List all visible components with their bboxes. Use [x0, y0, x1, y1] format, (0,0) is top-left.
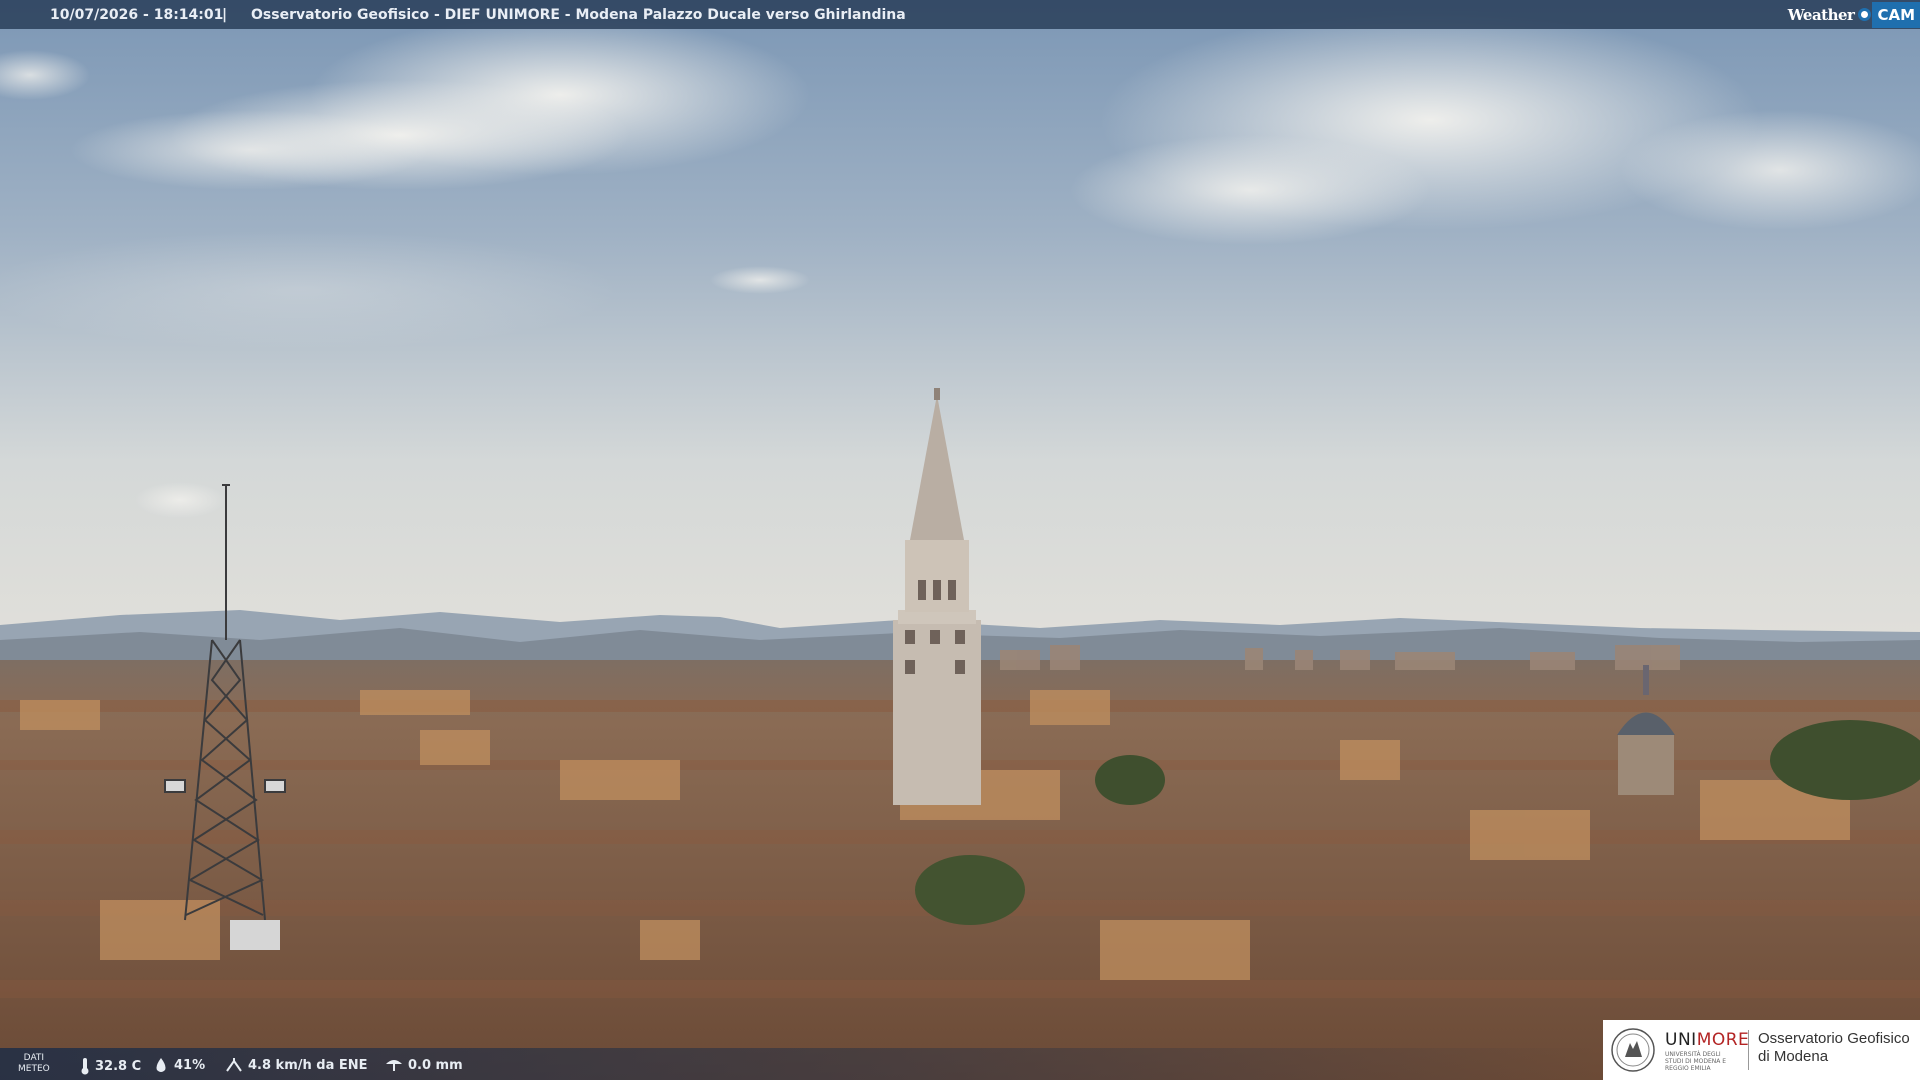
- camera-title: Osservatorio Geofisico - DIEF UNIMORE - …: [251, 7, 906, 23]
- rain-value: 0.0 mm: [408, 1057, 463, 1073]
- observatory-name: Osservatorio Geofisico di Modena: [1758, 1030, 1910, 1065]
- humidity-drop-icon: [156, 1058, 166, 1072]
- temperature-readout: 32.8 C: [80, 1057, 141, 1075]
- wind-value: 4.8 km/h da ENE: [248, 1057, 368, 1073]
- weathercam-logo-cam: CAM: [1872, 1, 1920, 28]
- temperature-value: 32.8 C: [95, 1058, 142, 1074]
- rain-readout: 0.0 mm: [385, 1057, 463, 1073]
- weather-data-label: DATI METEO: [18, 1053, 50, 1074]
- rain-gauge-icon: [386, 1060, 402, 1071]
- timestamp: 10/07/2026 - 18:14:01: [50, 7, 224, 23]
- weather-data-bar: DATI METEO 32.8 C 41% 4.8 km/h da ENE 0.…: [0, 1048, 1600, 1080]
- webcam-image: [0, 0, 1920, 1080]
- humidity-value: 41%: [174, 1057, 206, 1073]
- unimore-wordmark: UNIMORE: [1665, 1030, 1750, 1050]
- thermometer-icon: [81, 1058, 89, 1075]
- unimore-logo: UNIMORE UNIVERSITÀ DEGLI STUDI DI MODENA…: [1603, 1020, 1920, 1080]
- wind-icon: [226, 1058, 242, 1072]
- weathercam-logo: Weather CAM: [1788, 0, 1920, 29]
- weathercam-logo-text: Weather: [1787, 5, 1855, 24]
- university-seal-icon: [1611, 1028, 1655, 1072]
- weathercam-logo-icon: [1858, 8, 1872, 21]
- wind-readout: 4.8 km/h da ENE: [225, 1057, 368, 1073]
- university-subtitle: UNIVERSITÀ DEGLI STUDI DI MODENA E REGGI…: [1665, 1051, 1727, 1072]
- caption-separator: |: [222, 7, 228, 23]
- caption-bar: 10/07/2026 - 18:14:01 | Osservatorio Geo…: [0, 0, 1920, 29]
- logo-divider: [1748, 1030, 1749, 1070]
- humidity-readout: 41%: [153, 1057, 205, 1073]
